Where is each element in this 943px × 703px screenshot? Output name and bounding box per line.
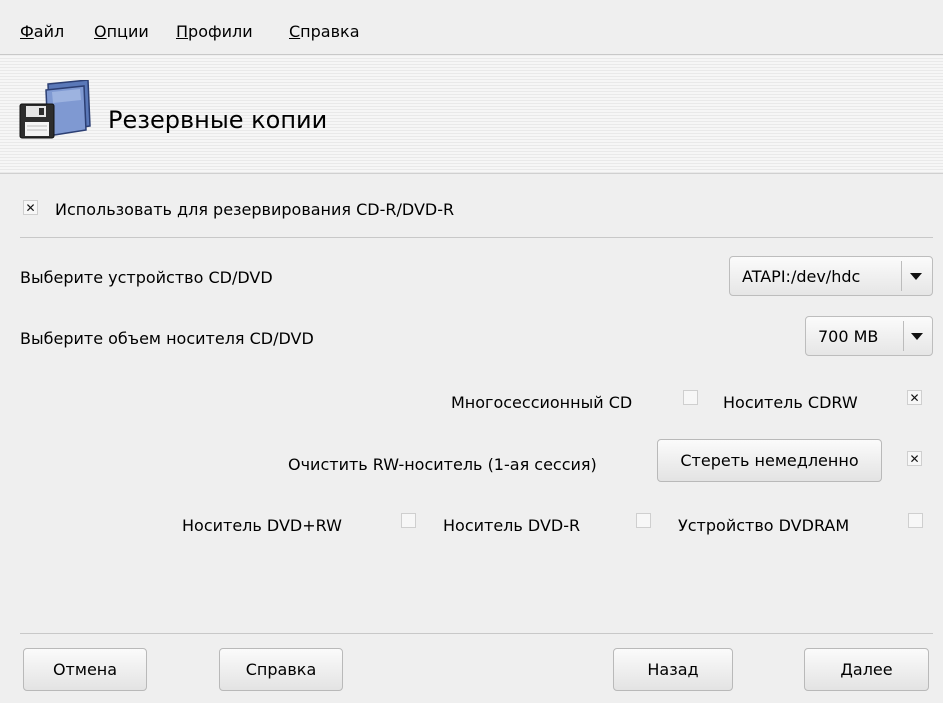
dvd-r-label: Носитель DVD-R	[443, 516, 581, 535]
multisession-label: Многосессионный CD	[451, 393, 633, 412]
header-banner: Резервные копии	[0, 56, 943, 174]
erase-rw-checkbox[interactable]	[907, 451, 922, 466]
menu-bar: Файл Опции Профили Справка	[0, 0, 943, 55]
use-cd-checkbox[interactable]	[23, 200, 38, 215]
cdrw-checkbox[interactable]	[907, 390, 922, 405]
erase-rw-label: Очистить RW-носитель (1-ая сессия)	[288, 455, 597, 474]
device-select-value: ATAPI:/dev/hdc	[742, 267, 861, 286]
device-label: Выберите устройство CD/DVD	[20, 268, 273, 287]
media-size-select-value: 700 MB	[818, 327, 879, 346]
dvdram-checkbox[interactable]	[908, 513, 923, 528]
page-title: Резервные копии	[108, 106, 328, 134]
combo-divider	[901, 261, 902, 291]
menu-help[interactable]: Справка	[289, 22, 360, 41]
erase-now-button[interactable]: Стереть немедленно	[657, 439, 882, 482]
cdrw-label: Носитель CDRW	[723, 393, 858, 412]
dvd-rw-checkbox[interactable]	[401, 513, 416, 528]
chevron-down-icon	[910, 273, 922, 280]
menu-profiles[interactable]: Профили	[176, 22, 253, 41]
separator	[20, 633, 933, 634]
media-size-select[interactable]: 700 MB	[805, 316, 933, 356]
back-button[interactable]: Назад	[613, 648, 733, 691]
multisession-checkbox[interactable]	[683, 390, 698, 405]
separator	[20, 237, 933, 238]
use-cd-label: Использовать для резервирования CD-R/DVD…	[55, 200, 455, 219]
cancel-button[interactable]: Отмена	[23, 648, 147, 691]
next-button[interactable]: Далее	[804, 648, 929, 691]
help-button[interactable]: Справка	[219, 648, 343, 691]
device-select[interactable]: ATAPI:/dev/hdc	[729, 256, 933, 296]
menu-file[interactable]: Файл	[20, 22, 64, 41]
dvd-r-checkbox[interactable]	[636, 513, 651, 528]
dvd-rw-label: Носитель DVD+RW	[182, 516, 342, 535]
chevron-down-icon	[911, 333, 923, 340]
folder-floppy-icon	[19, 80, 91, 139]
menu-options[interactable]: Опции	[94, 22, 149, 41]
media-size-label: Выберите объем носителя CD/DVD	[20, 329, 314, 348]
combo-divider	[903, 321, 904, 351]
dvdram-label: Устройство DVDRAM	[678, 516, 850, 535]
